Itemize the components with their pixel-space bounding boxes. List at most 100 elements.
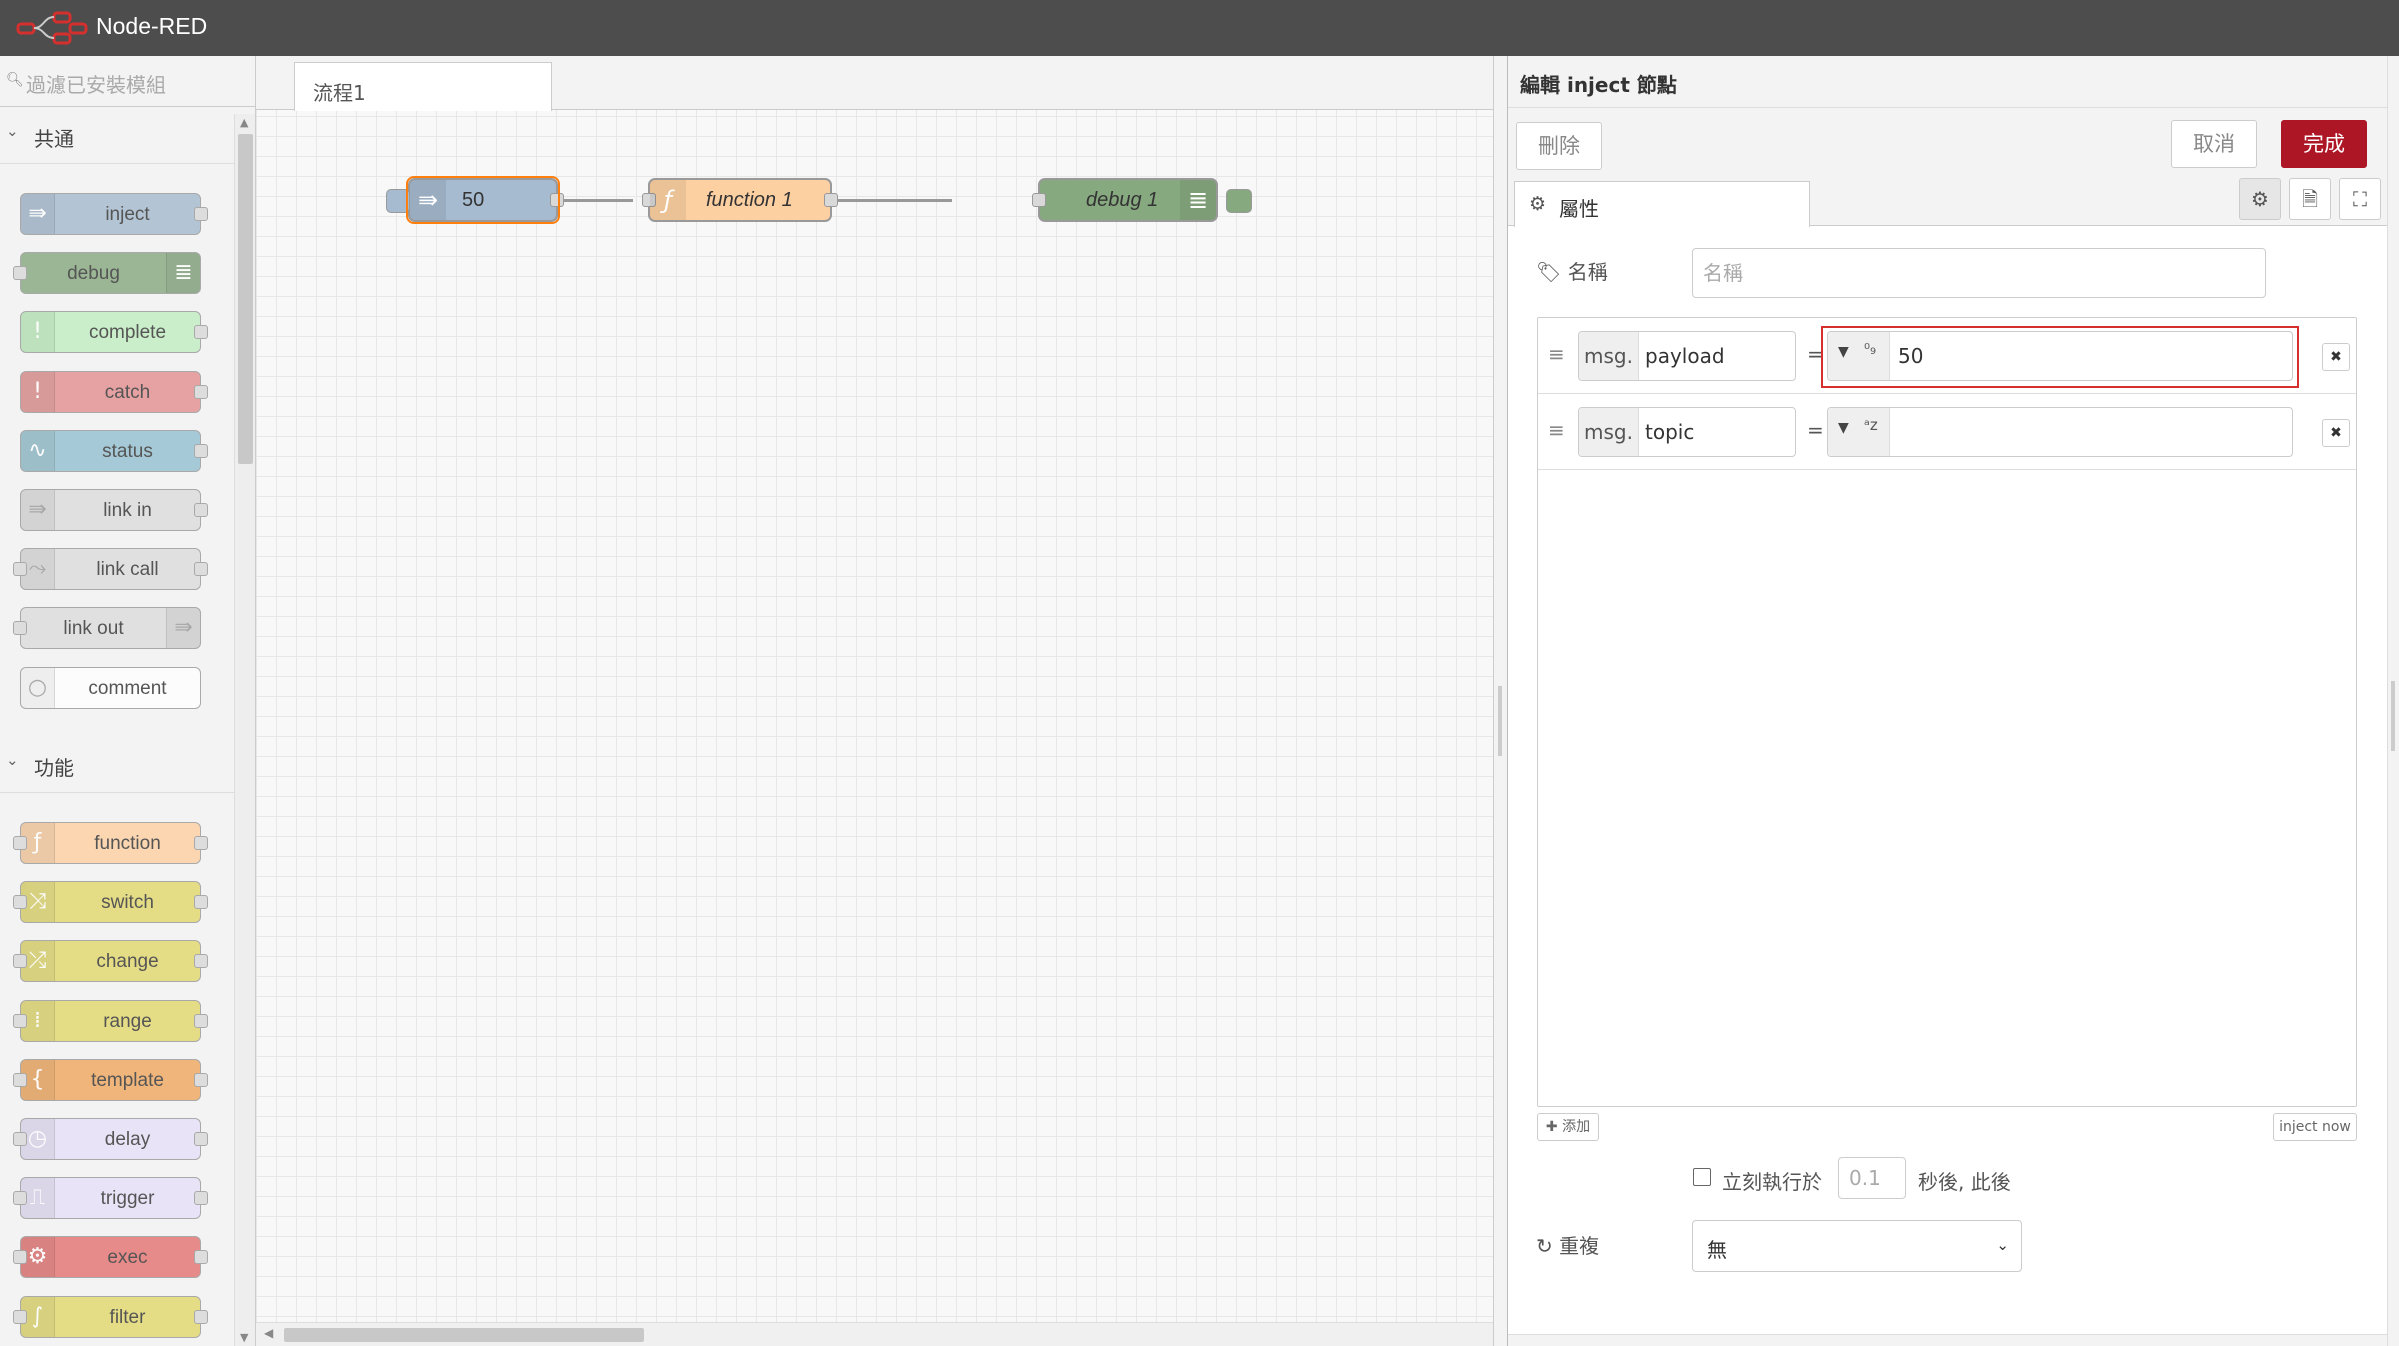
add-property-button[interactable]: ✚ 添加 bbox=[1537, 1113, 1599, 1141]
scroll-down-icon[interactable]: ▼ bbox=[240, 1331, 248, 1344]
palette-node-trigger[interactable]: ⎍ trigger bbox=[13, 1177, 208, 1220]
chevron-down-icon: ⌄ bbox=[6, 122, 19, 140]
palette-node-function[interactable]: ƒ function bbox=[13, 822, 208, 864]
tab-properties[interactable]: ⚙ 屬性 bbox=[1514, 181, 1810, 227]
drag-handle-icon[interactable]: ≡ bbox=[1548, 418, 1565, 442]
output-port bbox=[194, 1250, 208, 1265]
exclamation-icon: ! bbox=[21, 371, 55, 412]
repeat-select[interactable]: 無 ⌄ bbox=[1692, 1220, 2022, 1272]
output-port bbox=[194, 1072, 208, 1087]
plus-icon: ✚ bbox=[1545, 1119, 1558, 1135]
palette-node-label: exec bbox=[107, 1247, 148, 1269]
palette-node-catch[interactable]: ! catch bbox=[20, 370, 208, 413]
cancel-button[interactable]: 取消 bbox=[2171, 120, 2257, 168]
list-icon: ≣ bbox=[166, 253, 200, 294]
key-prefix: msg. bbox=[1579, 408, 1639, 456]
palette-node-template[interactable]: {template bbox=[13, 1058, 208, 1101]
palette-scrollbar[interactable]: ▲ ▼ bbox=[234, 114, 255, 1346]
debug-toggle-button[interactable] bbox=[1226, 189, 1252, 213]
property-value-input[interactable]: ▼ ᵃz bbox=[1827, 407, 2293, 457]
palette-node-label: switch bbox=[101, 892, 154, 914]
scrollbar-thumb[interactable] bbox=[284, 1328, 644, 1342]
category-header-common[interactable]: ⌄ 共通 bbox=[0, 108, 234, 164]
input-port bbox=[13, 562, 27, 577]
repeat-label-text: 重複 bbox=[1559, 1234, 1600, 1258]
palette-node-status[interactable]: ∿ status bbox=[20, 429, 208, 472]
repeat-label: ↻ 重複 bbox=[1536, 1230, 1599, 1259]
flow-node-function[interactable]: ƒ function 1 bbox=[642, 178, 838, 222]
workspace-hscrollbar[interactable]: ◀ bbox=[256, 1322, 1493, 1346]
editor-resize-handle[interactable] bbox=[2387, 56, 2399, 1346]
palette-node-label: inject bbox=[105, 204, 150, 225]
palette-search-input[interactable]: 過濾已安裝模組 bbox=[26, 69, 166, 98]
palette-node-inject[interactable]: ⇛ inject bbox=[20, 193, 208, 235]
input-port bbox=[13, 266, 27, 281]
output-port bbox=[194, 1013, 208, 1028]
value-highlight bbox=[1821, 326, 2299, 388]
equals-sign: = bbox=[1807, 418, 1824, 442]
output-port bbox=[194, 836, 208, 850]
inject-now-button[interactable]: inject now bbox=[2273, 1113, 2357, 1141]
palette-node-link-in[interactable]: ⇛ link in bbox=[20, 489, 208, 531]
palette-node-switch[interactable]: ⤨ switch bbox=[13, 881, 208, 924]
flow-workspace[interactable]: 流程1 ⇛ 50 ƒ function 1 debug 1 ≣ ◀ bbox=[256, 56, 1493, 1346]
scrollbar-thumb[interactable] bbox=[238, 134, 253, 464]
palette-node-complete[interactable]: ! complete bbox=[20, 311, 208, 354]
type-select[interactable]: ▼ ᵃz bbox=[1828, 408, 1890, 456]
remove-row-button[interactable]: ✖ bbox=[2322, 343, 2350, 371]
flow-node-debug[interactable]: debug 1 ≣ bbox=[1032, 178, 1252, 222]
remove-row-button[interactable]: ✖ bbox=[2322, 419, 2350, 447]
flow-tab-bar: 流程1 bbox=[256, 56, 1493, 111]
palette-node-label: link in bbox=[103, 500, 152, 521]
wire[interactable] bbox=[558, 199, 633, 202]
editor-title: 編輯 inject 節點 bbox=[1520, 73, 1677, 97]
output-port bbox=[194, 954, 208, 969]
tab-label: 屬性 bbox=[1559, 197, 1599, 221]
app-title: Node-RED bbox=[96, 13, 208, 39]
sidebar-resize-handle[interactable] bbox=[1493, 56, 1507, 1346]
node-label: function 1 bbox=[706, 189, 793, 211]
tab-flow-1[interactable]: 流程1 bbox=[294, 62, 552, 111]
appearance-tab-frame-icon[interactable]: ⛶ bbox=[2339, 178, 2381, 220]
name-input[interactable]: 名稱 bbox=[1692, 248, 2266, 298]
palette-node-change[interactable]: ⤮ change bbox=[13, 940, 208, 983]
done-button[interactable]: 完成 bbox=[2281, 120, 2367, 168]
palette-node-range[interactable]: ⁞ range bbox=[13, 999, 208, 1042]
category-header-function[interactable]: ⌄ 功能 bbox=[0, 737, 234, 793]
palette-node-delay[interactable]: ◷ delay bbox=[13, 1118, 208, 1160]
palette-node-label: status bbox=[102, 440, 153, 462]
palette-node-debug[interactable]: ≣ debug bbox=[13, 252, 201, 295]
wire[interactable] bbox=[832, 199, 952, 202]
scroll-left-icon[interactable]: ◀ bbox=[264, 1326, 273, 1340]
link-in-icon: ⇛ bbox=[21, 490, 55, 530]
drag-handle-icon[interactable]: ≡ bbox=[1548, 342, 1565, 366]
output-port[interactable] bbox=[824, 193, 838, 207]
property-list: ≡ msg. payload = ▼ ⁰₉ 50 ✖ ≡ msg. topic bbox=[1537, 317, 2357, 1107]
palette-node-label: trigger bbox=[100, 1188, 155, 1210]
palette-node-filter[interactable]: ∫ filter bbox=[13, 1295, 208, 1338]
editor-tabs: ⚙ 屬性 ⚙ 🗎︎ ⛶ bbox=[1508, 174, 2388, 227]
palette-node-link-call[interactable]: ⤳ link call bbox=[13, 548, 208, 591]
once-delay-input[interactable]: 0.1 bbox=[1838, 1157, 1906, 1199]
inject-once-checkbox[interactable] bbox=[1693, 1168, 1711, 1186]
palette-node-link-out[interactable]: ⇛ link out bbox=[13, 607, 201, 650]
palette-search[interactable]: 🔍︎ 過濾已安裝模組 bbox=[0, 56, 255, 107]
property-key-input[interactable]: msg. payload bbox=[1578, 331, 1796, 381]
palette-node-label: link out bbox=[63, 618, 124, 640]
property-key-input[interactable]: msg. topic bbox=[1578, 407, 1796, 457]
chevron-down-icon: ⌄ bbox=[6, 751, 19, 769]
description-tab-document-icon[interactable]: 🗎︎ bbox=[2289, 178, 2331, 220]
key-value: payload bbox=[1645, 344, 1725, 368]
input-port[interactable] bbox=[1032, 193, 1046, 207]
palette-node-exec[interactable]: ⚙ exec bbox=[13, 1236, 208, 1279]
name-label: 🏷︎ 名稱 bbox=[1536, 256, 1608, 285]
palette-node-comment[interactable]: ○ comment bbox=[20, 666, 201, 709]
palette-node-label: function bbox=[94, 833, 161, 854]
category-label: 共通 bbox=[34, 127, 74, 151]
settings-tab-gear-icon[interactable]: ⚙ bbox=[2239, 178, 2281, 220]
delete-button[interactable]: 刪除 bbox=[1516, 122, 1602, 170]
gear-icon: ⚙ bbox=[1529, 193, 1547, 215]
editor-title-bar: 編輯 inject 節點 bbox=[1508, 56, 2388, 108]
caret-down-icon: ▼ bbox=[1838, 420, 1849, 436]
scroll-up-icon[interactable]: ▲ bbox=[240, 116, 248, 129]
